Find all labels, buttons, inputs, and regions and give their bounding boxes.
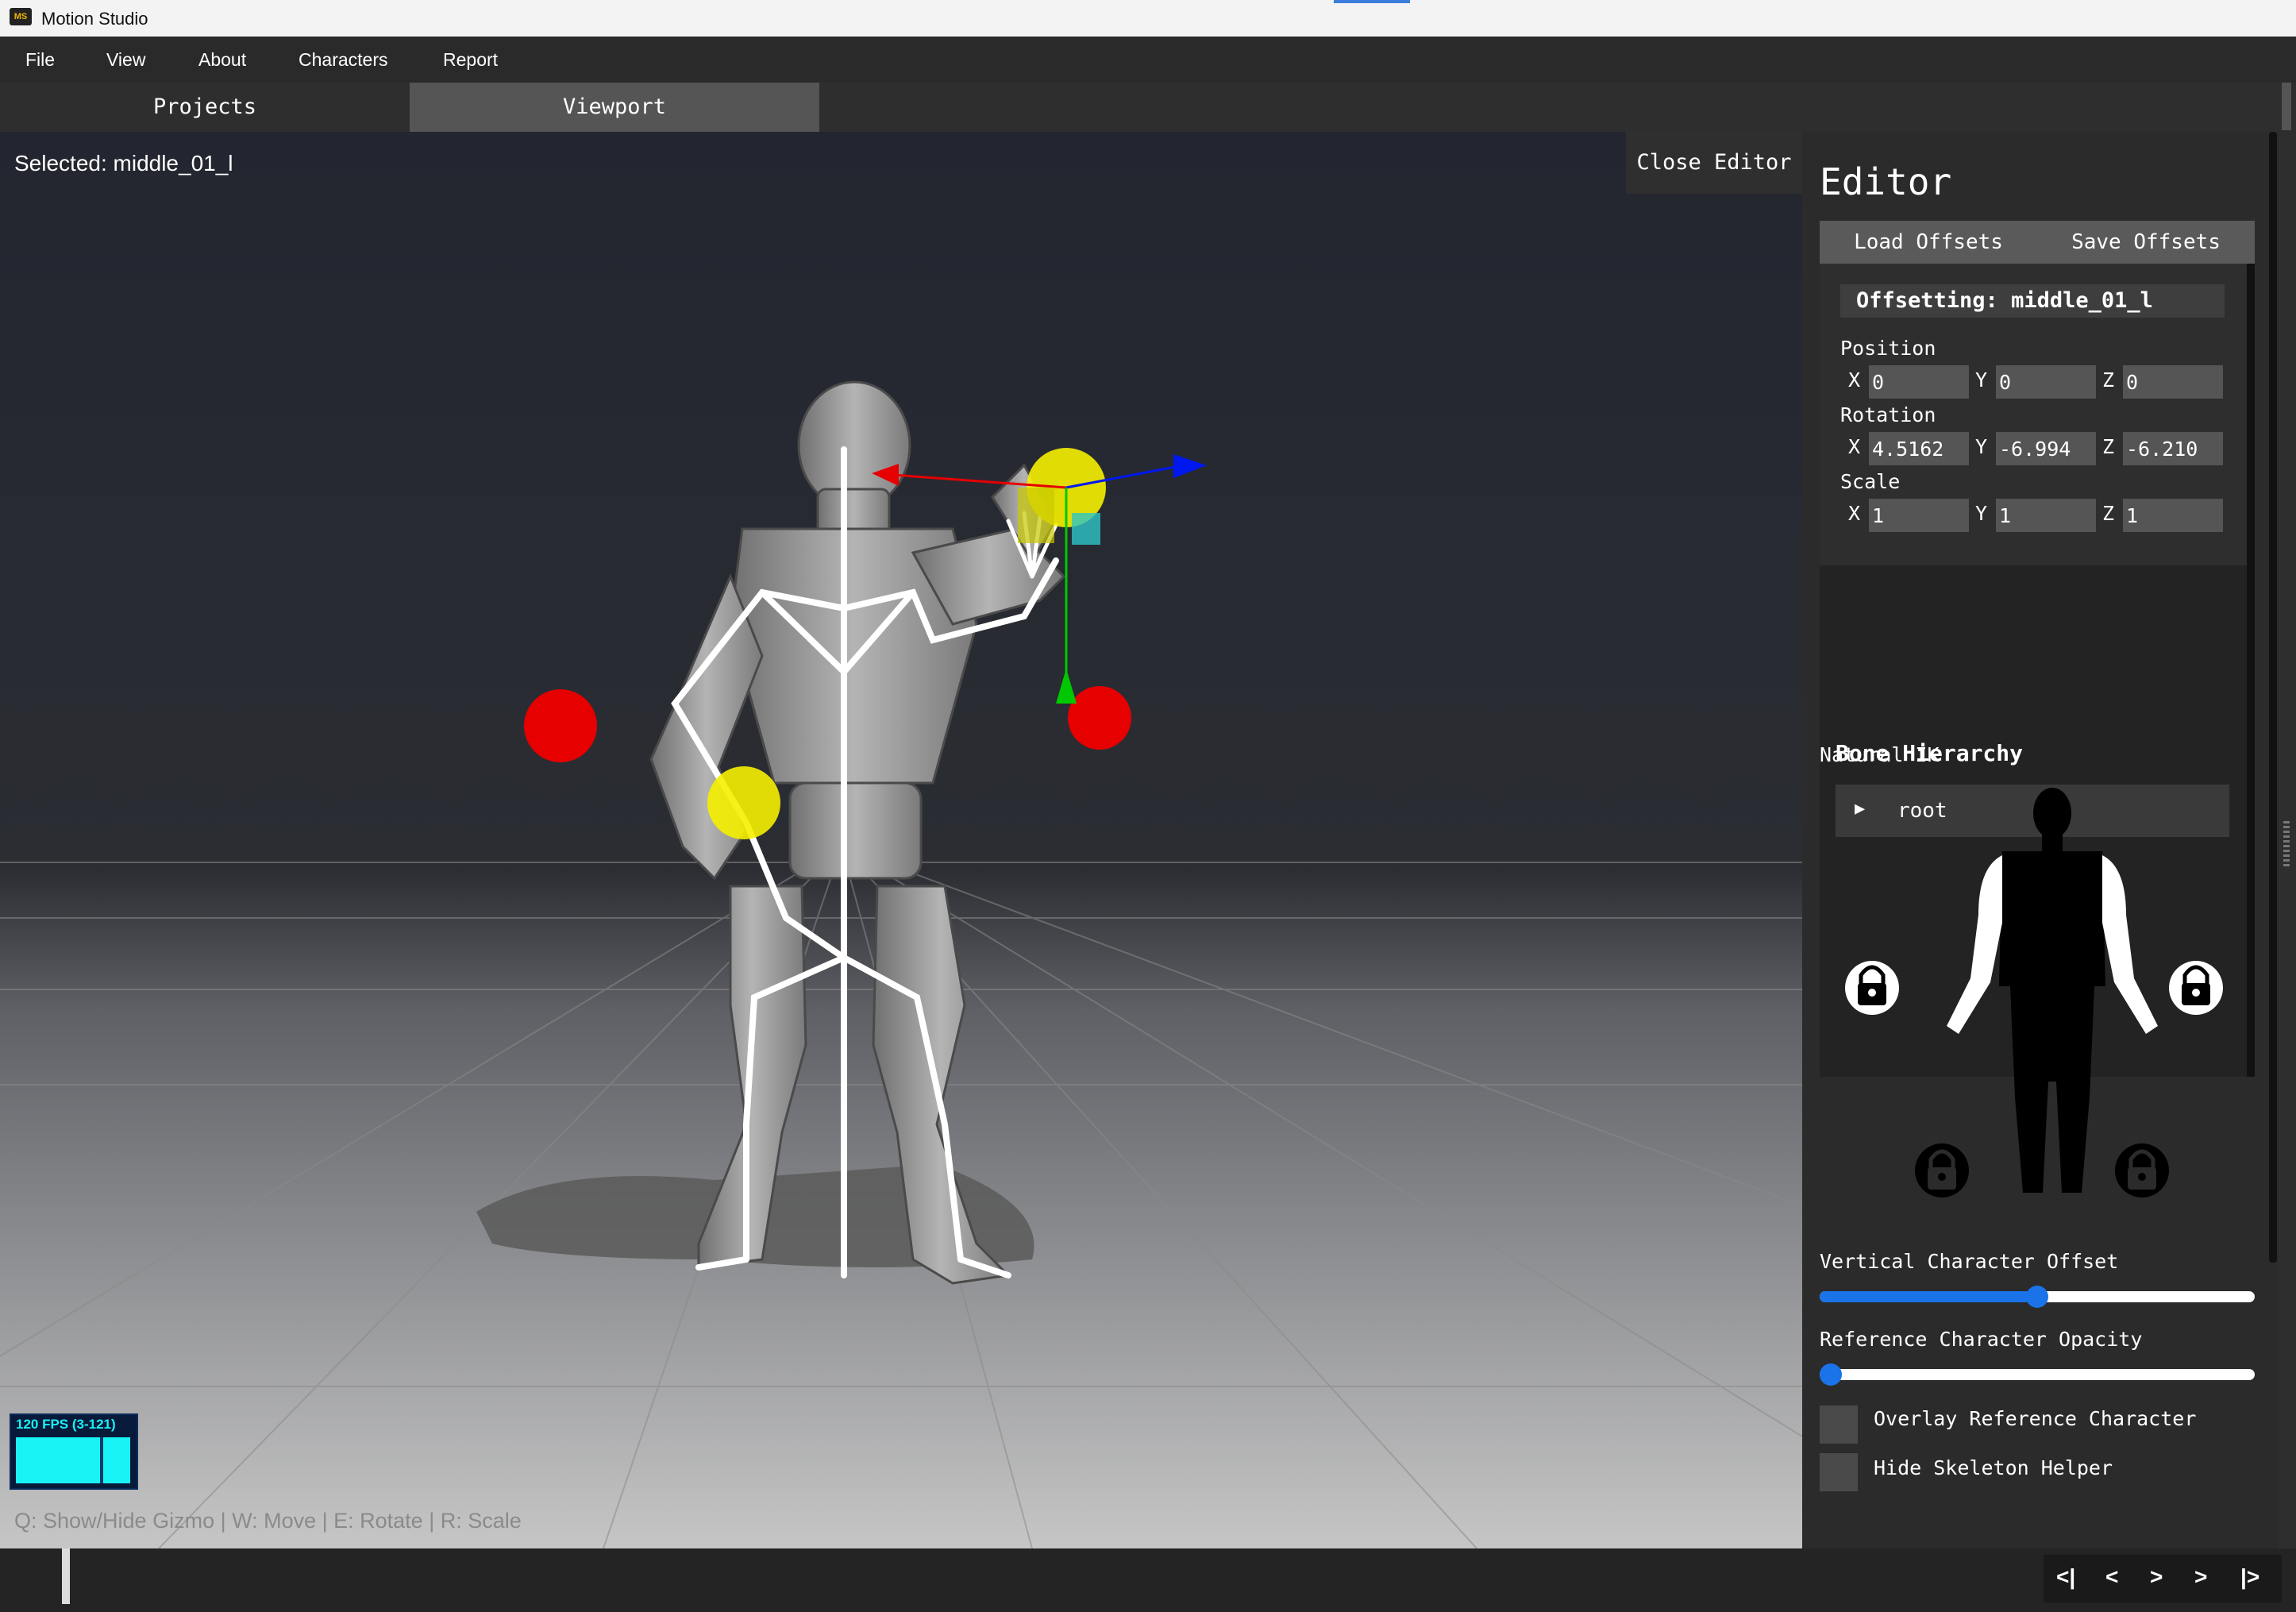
next-frame-button[interactable]: > [2194, 1564, 2207, 1590]
menu-bar: File View About Characters Report [0, 37, 2296, 83]
window-scrollbar-thumb[interactable] [2282, 83, 2291, 130]
tab-bar: Projects Viewport [0, 83, 2296, 132]
scale-z-label: Z [2102, 502, 2115, 525]
scale-x-label: X [1848, 502, 1861, 525]
offset-button-row: Load Offsets Save Offsets [1820, 221, 2255, 264]
tab-projects[interactable]: Projects [0, 83, 410, 132]
reference-opacity-knob[interactable] [1820, 1363, 1842, 1386]
timeline-bar[interactable]: <| < > > |> [0, 1548, 2296, 1612]
fps-monitor: 120 FPS (3-121) [10, 1413, 138, 1490]
scale-y-label: Y [1975, 502, 1988, 525]
rotation-label: Rotation [1840, 403, 1936, 426]
rotation-y-input[interactable] [1996, 432, 2096, 465]
right-foot-lock-icon [2115, 1143, 2169, 1197]
ik-target-left [524, 689, 597, 762]
playback-controls: <| < > > |> [2044, 1555, 2282, 1602]
overlay-reference-checkbox[interactable] [1820, 1406, 1858, 1444]
tab-viewport[interactable]: Viewport [410, 83, 819, 132]
fps-graph [16, 1437, 130, 1483]
scale-y-input[interactable] [1996, 499, 2096, 532]
reference-opacity-slider[interactable] [1820, 1363, 2255, 1386]
left-foot-lock-icon [1915, 1143, 1969, 1197]
editor-scrollbar[interactable] [2267, 132, 2279, 1548]
load-offsets-button[interactable]: Load Offsets [1820, 221, 2037, 264]
scale-z-input[interactable] [2123, 499, 2223, 532]
play-button[interactable]: > [2150, 1564, 2163, 1590]
fps-text: 120 FPS (3-121) [16, 1417, 116, 1432]
natural-ik-figure [1845, 788, 2223, 1197]
position-y-label: Y [1975, 368, 1988, 391]
first-frame-button[interactable]: <| [2056, 1564, 2075, 1590]
title-bar: MS Motion Studio [0, 0, 2296, 37]
window-scrollbar[interactable] [2279, 83, 2296, 1548]
timeline-playhead[interactable] [62, 1548, 70, 1604]
menu-about[interactable]: About [198, 49, 246, 71]
vertical-offset-knob[interactable] [2026, 1286, 2048, 1308]
menu-characters[interactable]: Characters [299, 49, 387, 71]
offsetting-header: Offsetting: middle_01_l [1840, 284, 2225, 318]
keyboard-hint: Q: Show/Hide Gizmo | W: Move | E: Rotate… [14, 1509, 522, 1533]
scale-x-input[interactable] [1869, 499, 1969, 532]
position-x-label: X [1848, 368, 1861, 391]
position-z-input[interactable] [2123, 365, 2223, 399]
reference-opacity-label: Reference Character Opacity [1820, 1328, 2143, 1351]
scene-canvas[interactable] [0, 132, 1802, 1548]
vertical-offset-slider[interactable] [1820, 1286, 2255, 1308]
editor-scrollbar-thumb[interactable] [2269, 132, 2277, 1263]
hide-skeleton-checkbox[interactable] [1820, 1453, 1858, 1491]
offset-card: Offsetting: middle_01_l Position X Y Z R… [1820, 264, 2247, 565]
resize-grip-icon[interactable] [2283, 821, 2290, 869]
prev-frame-button[interactable]: < [2105, 1564, 2118, 1590]
rotation-x-input[interactable] [1869, 432, 1969, 465]
rotation-x-label: X [1848, 435, 1861, 458]
scale-label: Scale [1840, 470, 1901, 493]
hide-skeleton-label: Hide Skeleton Helper [1874, 1456, 2113, 1479]
natural-ik-label: Natural IK [1820, 743, 1940, 766]
overlay-reference-label: Overlay Reference Character [1874, 1407, 2197, 1430]
menu-view[interactable]: View [106, 49, 145, 71]
last-frame-button[interactable]: |> [2240, 1564, 2259, 1590]
menu-file[interactable]: File [25, 49, 55, 71]
right-hand-lock-icon [2169, 961, 2223, 1015]
position-y-input[interactable] [1996, 365, 2096, 399]
window-title: Motion Studio [41, 9, 148, 29]
position-label: Position [1840, 337, 1936, 360]
vertical-offset-fill [1820, 1291, 2037, 1302]
ik-body-silhouette [1947, 788, 2158, 1193]
close-editor-button[interactable]: Close Editor [1626, 132, 1802, 194]
vertical-offset-label: Vertical Character Offset [1820, 1250, 2119, 1273]
hand-joint-marker [707, 766, 780, 839]
save-offsets-button[interactable]: Save Offsets [2037, 221, 2255, 264]
position-x-input[interactable] [1869, 365, 1969, 399]
title-accent-line [1334, 0, 1410, 3]
ik-target-right [1068, 686, 1131, 750]
editor-title: Editor [1820, 160, 1952, 203]
menu-report[interactable]: Report [443, 49, 498, 71]
rotation-z-input[interactable] [2123, 432, 2223, 465]
rotation-z-label: Z [2102, 435, 2115, 458]
rotation-y-label: Y [1975, 435, 1988, 458]
3d-viewport[interactable]: Selected: middle_01_l Close Editor 120 F… [0, 132, 1802, 1548]
position-z-label: Z [2102, 368, 2115, 391]
left-hand-lock-icon [1845, 961, 1899, 1015]
app-logo-icon: MS [10, 8, 32, 25]
selected-bone-label: Selected: middle_01_l [14, 151, 233, 175]
